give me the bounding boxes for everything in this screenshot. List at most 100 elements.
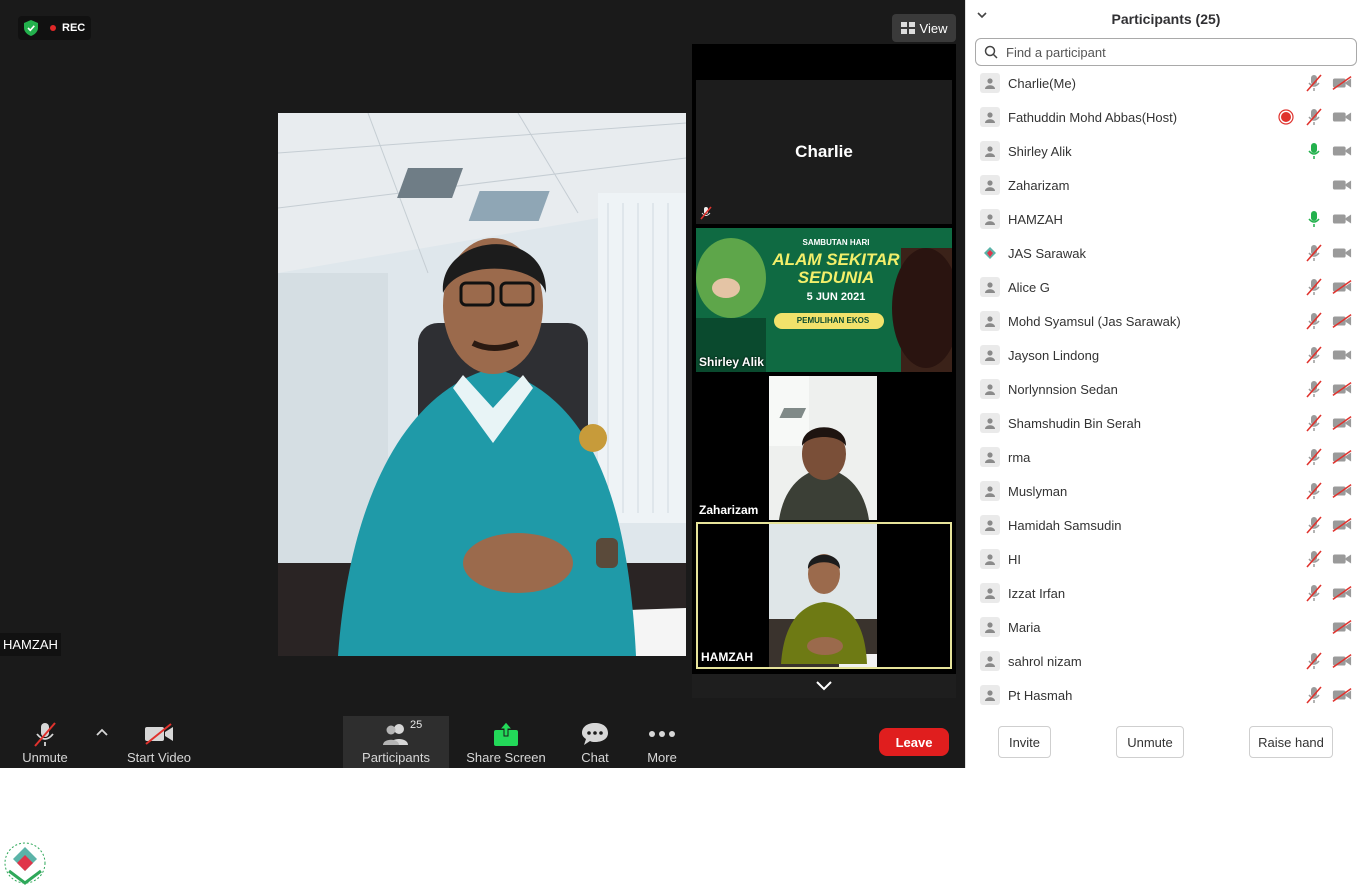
mic-muted-icon[interactable] [1304, 482, 1324, 500]
speaker-video-frame [278, 113, 686, 656]
view-button-label: View [919, 20, 948, 36]
chat-button[interactable]: Chat [572, 716, 618, 768]
participant-row[interactable]: Mohd Syamsul (Jas Sarawak) [966, 304, 1366, 338]
participant-row[interactable]: JAS Sarawak [966, 236, 1366, 270]
mic-muted-icon[interactable] [1304, 312, 1324, 330]
more-dots-icon [649, 731, 675, 737]
leave-button[interactable]: Leave [879, 728, 949, 756]
more-button[interactable]: More [640, 716, 684, 768]
banner-line-1: SAMBUTAN HARI [802, 238, 870, 247]
mic-muted-icon[interactable] [1304, 686, 1324, 704]
participant-row[interactable]: Hamidah Samsudin [966, 508, 1366, 542]
mic-active-icon[interactable] [1304, 142, 1324, 160]
view-button[interactable]: View [892, 14, 956, 42]
video-on-icon[interactable] [1332, 244, 1352, 262]
meeting-toolbar: Unmute Start Video 25 Participants Share… [0, 716, 965, 768]
unmute-me-button[interactable]: Unmute [1116, 726, 1184, 758]
participant-status-icons [1304, 584, 1352, 602]
participant-row[interactable]: Alice G [966, 270, 1366, 304]
participant-row[interactable]: sahrol nizam [966, 644, 1366, 678]
participant-name: Mohd Syamsul (Jas Sarawak) [1008, 313, 1181, 329]
participant-row[interactable]: Jayson Lindong [966, 338, 1366, 372]
mic-muted-icon[interactable] [1304, 584, 1324, 602]
avatar [980, 277, 1000, 297]
participant-row[interactable]: rma [966, 440, 1366, 474]
mic-muted-icon[interactable] [1304, 346, 1324, 364]
gallery-scroll-down-button[interactable] [692, 674, 956, 698]
start-video-button[interactable]: Start Video [124, 716, 194, 768]
video-tile-hamzah[interactable]: HAMZAH [696, 522, 952, 669]
participants-button[interactable]: 25 Participants [343, 716, 449, 768]
participant-name-charlie: Charlie [795, 142, 853, 161]
participant-row[interactable]: Izzat Irfan [966, 576, 1366, 610]
participant-name: Hamidah Samsudin [1008, 517, 1122, 533]
participant-row[interactable]: Shirley Alik [966, 134, 1366, 168]
mic-muted-icon[interactable] [1304, 516, 1324, 534]
mic-active-icon[interactable] [1304, 210, 1324, 228]
search-input[interactable] [1006, 44, 1336, 60]
video-off-icon[interactable] [1332, 74, 1352, 92]
participant-row[interactable]: HAMZAH [966, 202, 1366, 236]
raise-hand-button[interactable]: Raise hand [1249, 726, 1333, 758]
participant-name-zaharizam: Zaharizam [699, 503, 759, 517]
video-off-icon[interactable] [1332, 618, 1352, 636]
avatar [980, 685, 1000, 705]
video-off-icon[interactable] [1332, 584, 1352, 602]
video-on-icon[interactable] [1332, 346, 1352, 364]
video-tile-charlie[interactable]: Charlie [696, 80, 952, 224]
participant-status-icons [1304, 142, 1352, 160]
video-tile-shirley-alik[interactable]: SAMBUTAN HARI ALAM SEKITAR SEDUNIA 5 JUN… [696, 228, 952, 372]
participant-name: Zaharizam [1008, 177, 1070, 193]
avatar [980, 175, 1000, 195]
mic-muted-icon[interactable] [1304, 448, 1324, 466]
video-on-icon[interactable] [1332, 176, 1352, 194]
avatar [980, 549, 1000, 569]
video-on-icon[interactable] [1332, 210, 1352, 228]
video-on-icon[interactable] [1332, 108, 1352, 126]
avatar [980, 617, 1000, 637]
participant-row[interactable]: Norlynnsion Sedan [966, 372, 1366, 406]
participant-row[interactable]: Fathuddin Mohd Abbas(Host) [966, 100, 1366, 134]
participant-status-icons [1304, 516, 1352, 534]
security-shield-icon[interactable] [24, 20, 38, 36]
mic-muted-icon[interactable] [1304, 108, 1324, 126]
video-off-icon[interactable] [1332, 482, 1352, 500]
video-off-icon[interactable] [1332, 516, 1352, 534]
video-off-icon[interactable] [1332, 448, 1352, 466]
video-off-icon[interactable] [1332, 380, 1352, 398]
participant-row[interactable]: Muslyman [966, 474, 1366, 508]
mic-muted-icon[interactable] [1304, 414, 1324, 432]
video-off-icon[interactable] [1332, 278, 1352, 296]
participant-status-icons [1304, 686, 1352, 704]
mic-muted-icon[interactable] [1304, 74, 1324, 92]
video-off-icon[interactable] [1332, 312, 1352, 330]
share-screen-button[interactable]: Share Screen [466, 716, 546, 768]
video-off-icon[interactable] [1332, 686, 1352, 704]
participants-count-badge: 25 [410, 719, 423, 731]
mic-muted-icon[interactable] [1304, 380, 1324, 398]
video-on-icon[interactable] [1332, 142, 1352, 160]
chevron-down-icon [816, 681, 832, 691]
video-on-icon[interactable] [1332, 550, 1352, 568]
grid-view-icon [900, 22, 915, 34]
mic-muted-icon[interactable] [1304, 244, 1324, 262]
chat-icon [582, 723, 608, 745]
mic-muted-icon[interactable] [1304, 278, 1324, 296]
video-off-icon[interactable] [1332, 414, 1352, 432]
participant-row[interactable]: Zaharizam [966, 168, 1366, 202]
avatar [980, 73, 1000, 93]
invite-button[interactable]: Invite [998, 726, 1051, 758]
video-tile-zaharizam[interactable]: Zaharizam [696, 376, 952, 520]
participant-row[interactable]: Pt Hasmah [966, 678, 1366, 712]
participant-row[interactable]: Charlie(Me) [966, 66, 1366, 100]
participant-row[interactable]: HI [966, 542, 1366, 576]
unmute-button[interactable]: Unmute [16, 716, 74, 768]
avatar [980, 141, 1000, 161]
video-off-icon[interactable] [1332, 652, 1352, 670]
mic-muted-icon[interactable] [1304, 652, 1324, 670]
banner-date: 5 JUN 2021 [806, 291, 866, 303]
participant-row[interactable]: Maria [966, 610, 1366, 644]
audio-options-button[interactable] [92, 716, 112, 768]
mic-muted-icon[interactable] [1304, 550, 1324, 568]
participant-row[interactable]: Shamshudin Bin Serah [966, 406, 1366, 440]
